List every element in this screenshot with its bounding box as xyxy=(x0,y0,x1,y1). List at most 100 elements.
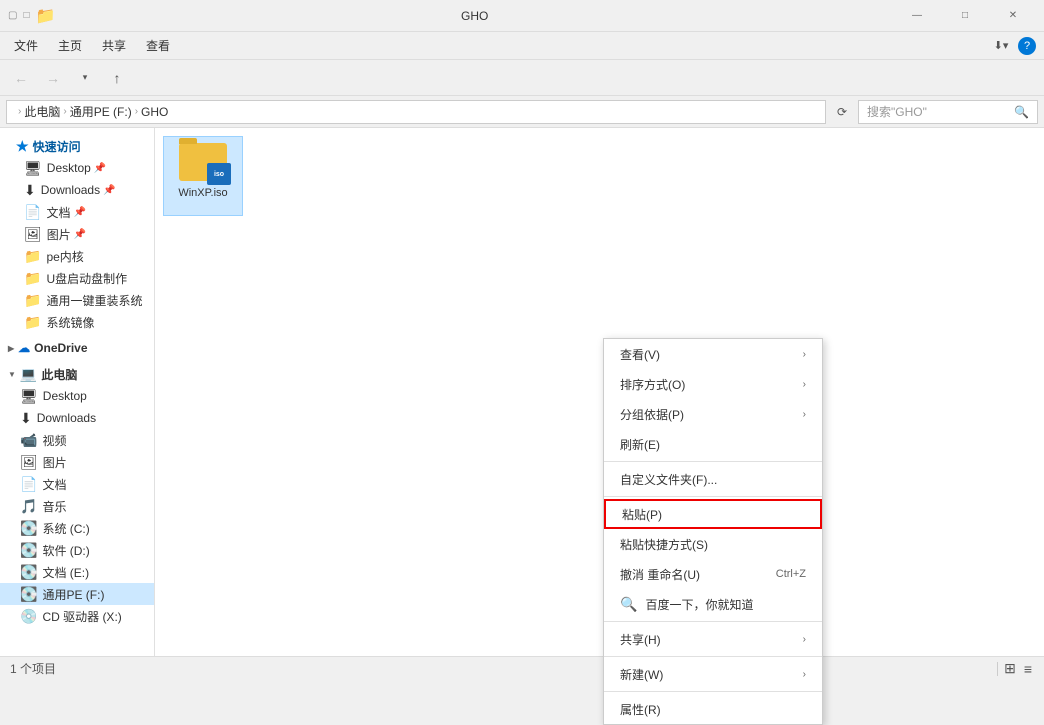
menu-view[interactable]: 查看 xyxy=(136,33,180,58)
close-button[interactable]: ✕ xyxy=(990,0,1036,32)
sidebar-item-computer-desktop[interactable]: 🖥 Desktop xyxy=(0,385,154,407)
menu-home[interactable]: 主页 xyxy=(48,33,92,58)
sidebar-drive-d[interactable]: 💽 软件 (D:) xyxy=(0,539,154,561)
ctx-sep-4 xyxy=(604,656,822,657)
title-bar: ▢ □ 📁 GHO — □ ✕ xyxy=(0,0,1044,32)
breadcrumb-drive[interactable]: 通用PE (F:) xyxy=(70,103,132,120)
ctx-arrow-group: › xyxy=(803,409,806,420)
pin-icon: 📌 xyxy=(94,163,106,174)
maximize-button[interactable]: □ xyxy=(942,0,988,32)
back-button[interactable]: ← xyxy=(6,64,36,92)
toolbar: ← → ▾ ↑ xyxy=(0,60,1044,96)
sidebar-item-computer-downloads[interactable]: ⬇ Downloads xyxy=(0,407,154,429)
docs-icon: 📄 xyxy=(20,476,37,493)
drive-c-icon: 💽 xyxy=(20,520,37,537)
ctx-new[interactable]: 新建(W) › xyxy=(604,659,822,689)
content-area[interactable]: iso WinXP.iso 查看(V) › 排序方式(O) › 分组依据(P) … xyxy=(155,128,1044,656)
ctx-sep-3 xyxy=(604,621,822,622)
search-placeholder: 搜索"GHO" xyxy=(867,103,1014,120)
quick-access-section: ★ 快速访问 🖥 Desktop 📌 ⬇ Downloads 📌 📄 文档 📌 … xyxy=(0,132,154,333)
onedrive-icon: ☁ xyxy=(18,341,30,355)
ctx-refresh[interactable]: 刷新(E) xyxy=(604,429,822,459)
ctx-paste[interactable]: 粘贴(P) xyxy=(604,499,822,529)
ctx-arrow-sort: › xyxy=(803,379,806,390)
sidebar-item-desktop[interactable]: 🖥 Desktop 📌 xyxy=(0,157,154,179)
ctx-baidu[interactable]: 🔍 百度一下，你就知道 xyxy=(604,589,822,619)
menu-bar: 文件 主页 共享 查看 ⬇▾ ? xyxy=(0,32,1044,60)
drive-e-icon: 💽 xyxy=(20,564,37,581)
breadcrumb-folder[interactable]: GHO xyxy=(141,105,168,119)
pin-icon3: 📌 xyxy=(73,207,85,218)
pics-icon: 🖼 xyxy=(20,454,38,471)
refresh-button[interactable]: ⟳ xyxy=(830,100,854,124)
iso-badge: iso xyxy=(207,163,231,185)
list-view-button[interactable]: ≡ xyxy=(1022,659,1034,679)
ctx-share[interactable]: 共享(H) › xyxy=(604,624,822,654)
collapse-icon: ▶ xyxy=(8,344,14,353)
reinstall-icon: 📁 xyxy=(24,292,41,309)
menu-file[interactable]: 文件 xyxy=(4,33,48,58)
ctx-customize[interactable]: 自定义文件夹(F)... xyxy=(604,464,822,494)
folder-icon: iso xyxy=(179,143,227,181)
help-button[interactable]: ? xyxy=(1018,37,1036,55)
pictures-icon: 🖼 xyxy=(24,226,42,243)
ctx-group[interactable]: 分组依据(P) › xyxy=(604,399,822,429)
ctx-undo[interactable]: 撤消 重命名(U) Ctrl+Z xyxy=(604,559,822,589)
sidebar-item-udisk[interactable]: 📁 U盘启动盘制作 xyxy=(0,267,154,289)
title-bar-title: GHO xyxy=(55,9,894,23)
grid-view-button[interactable]: ⊞ xyxy=(1002,658,1018,679)
breadcrumb-pc[interactable]: 此电脑 xyxy=(24,103,60,120)
videos-icon: 📹 xyxy=(20,432,37,449)
sidebar-item-sysimage[interactable]: 📁 系统镜像 xyxy=(0,311,154,333)
onedrive-header[interactable]: ▶ ☁ OneDrive xyxy=(0,337,154,359)
breadcrumb-arrow: › xyxy=(18,106,21,117)
file-item-winxp[interactable]: iso WinXP.iso xyxy=(163,136,243,216)
sidebar-drive-c[interactable]: 💽 系统 (C:) xyxy=(0,517,154,539)
music-icon: 🎵 xyxy=(20,498,37,515)
file-label: WinXP.iso xyxy=(170,187,236,199)
minimize-button[interactable]: — xyxy=(894,0,940,32)
thispc-header[interactable]: ▼ 💻 此电脑 xyxy=(0,363,154,385)
sidebar-item-downloads[interactable]: ⬇ Downloads 📌 xyxy=(0,179,154,201)
sidebar-item-videos[interactable]: 📹 视频 xyxy=(0,429,154,451)
this-pc-section: ▼ 💻 此电脑 🖥 Desktop ⬇ Downloads 📹 视频 🖼 图片 xyxy=(0,363,154,627)
drive-d-icon: 💽 xyxy=(20,542,37,559)
ctx-arrow-new: › xyxy=(803,669,806,680)
documents-icon: 📄 xyxy=(24,204,41,221)
sidebar-drive-e[interactable]: 💽 文档 (E:) xyxy=(0,561,154,583)
ctx-sep-5 xyxy=(604,691,822,692)
breadcrumb-box[interactable]: › 此电脑 › 通用PE (F:) › GHO xyxy=(6,100,826,124)
ctx-view[interactable]: 查看(V) › xyxy=(604,339,822,369)
ctx-sort[interactable]: 排序方式(O) › xyxy=(604,369,822,399)
sidebar-item-pe[interactable]: 📁 pe内核 xyxy=(0,245,154,267)
ctx-arrow-view: › xyxy=(803,349,806,360)
recent-locations-button[interactable]: ▾ xyxy=(70,64,100,92)
ctx-sep-2 xyxy=(604,496,822,497)
ctx-sep-1 xyxy=(604,461,822,462)
sidebar-item-docs[interactable]: 📄 文档 xyxy=(0,473,154,495)
sidebar-item-pics[interactable]: 🖼 图片 xyxy=(0,451,154,473)
status-bar-right: ⊞ ≡ xyxy=(997,658,1034,679)
sidebar-item-music[interactable]: 🎵 音乐 xyxy=(0,495,154,517)
search-box[interactable]: 搜索"GHO" 🔍 xyxy=(858,100,1038,124)
sidebar-item-pictures[interactable]: 🖼 图片 📌 xyxy=(0,223,154,245)
ctx-properties[interactable]: 属性(R) xyxy=(604,694,822,724)
sidebar-item-documents[interactable]: 📄 文档 📌 xyxy=(0,201,154,223)
menu-share[interactable]: 共享 xyxy=(92,33,136,58)
sidebar-drive-x[interactable]: 💿 CD 驱动器 (X:) xyxy=(0,605,154,627)
ctx-shortcut-undo: Ctrl+Z xyxy=(776,568,806,580)
up-button[interactable]: ↑ xyxy=(102,64,132,92)
forward-button[interactable]: → xyxy=(38,64,68,92)
comp-downloads-icon: ⬇ xyxy=(20,410,32,427)
options-button[interactable]: ⬇▾ xyxy=(986,32,1016,60)
sysimage-icon: 📁 xyxy=(24,314,41,331)
title-bar-controls: — □ ✕ xyxy=(894,0,1036,32)
file-icon-wrap: iso xyxy=(179,143,227,181)
sidebar-item-reinstall[interactable]: 📁 通用一键重装系统 xyxy=(0,289,154,311)
context-menu: 查看(V) › 排序方式(O) › 分组依据(P) › 刷新(E) 自定义文件夹… xyxy=(603,338,823,725)
pin-icon2: 📌 xyxy=(103,185,115,196)
quick-access-label: ★ 快速访问 xyxy=(0,132,154,157)
ctx-arrow-share: › xyxy=(803,634,806,645)
sidebar-drive-f[interactable]: 💽 通用PE (F:) xyxy=(0,583,154,605)
ctx-paste-shortcut[interactable]: 粘贴快捷方式(S) xyxy=(604,529,822,559)
